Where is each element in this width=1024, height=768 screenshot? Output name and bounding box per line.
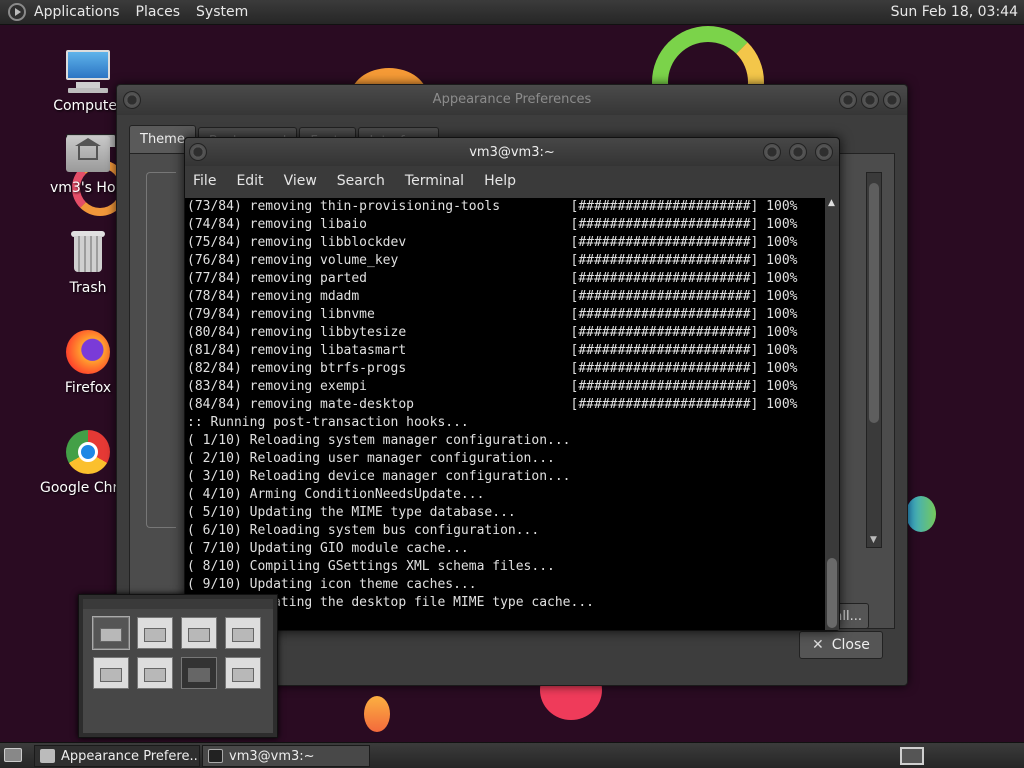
terminal-line: :: Running post-transaction hooks... xyxy=(187,415,469,430)
desktop-icon-label: vm3's Home xyxy=(50,180,120,196)
terminal-line: ( 7/10) Updating GIO module cache... xyxy=(187,541,469,556)
close-button-label: Close xyxy=(831,637,870,653)
show-desktop-icon[interactable] xyxy=(4,748,22,762)
terminal-line: (82/84) removing btrfs-progs [##########… xyxy=(187,361,798,376)
preview-theme-tile xyxy=(225,617,261,649)
home-folder-icon xyxy=(64,128,116,176)
preview-theme-tile xyxy=(181,657,217,689)
preview-theme-tile xyxy=(137,657,173,689)
menu-terminal[interactable]: Terminal xyxy=(405,173,464,189)
distro-logo-icon[interactable] xyxy=(8,3,26,21)
terminal-lines: (73/84) removing thin-provisioning-tools… xyxy=(185,198,827,612)
menu-places[interactable]: Places xyxy=(136,4,181,20)
terminal-minimize-button[interactable] xyxy=(763,143,781,161)
top-panel: Applications Places System Sun Feb 18, 0… xyxy=(0,0,1024,25)
terminal-output[interactable]: (73/84) removing thin-provisioning-tools… xyxy=(185,198,827,630)
close-button[interactable]: ✕ Close xyxy=(799,631,883,659)
terminal-line: ( 8/10) Compiling GSettings XML schema f… xyxy=(187,559,555,574)
terminal-line: (80/84) removing libbytesize [##########… xyxy=(187,325,798,340)
window-preview xyxy=(83,599,273,733)
taskbar-label: vm3@vm3:~ xyxy=(229,749,315,764)
menu-help[interactable]: Help xyxy=(484,173,516,189)
window-title: Appearance Preferences xyxy=(432,92,592,107)
taskbar-label: Appearance Prefere... xyxy=(61,749,200,764)
close-window-button[interactable] xyxy=(883,91,901,109)
scroll-up-arrow-icon[interactable]: ▲ xyxy=(828,198,835,208)
terminal-maximize-button[interactable] xyxy=(789,143,807,161)
wallpaper-blob-blue xyxy=(906,496,936,532)
scrollbar-thumb[interactable] xyxy=(827,558,837,628)
terminal-titlebar[interactable]: vm3@vm3:~ xyxy=(185,138,839,166)
terminal-line: ( 9/10) Updating icon theme caches... xyxy=(187,577,477,592)
preview-theme-grid xyxy=(83,609,273,697)
terminal-window-menu-button[interactable] xyxy=(189,143,207,161)
terminal-line: (83/84) removing exempi [###############… xyxy=(187,379,798,394)
clock[interactable]: Sun Feb 18, 03:44 xyxy=(891,4,1018,20)
taskbar-button-appearance[interactable]: Appearance Prefere... xyxy=(34,745,200,767)
menu-view[interactable]: View xyxy=(284,173,317,189)
menu-search[interactable]: Search xyxy=(337,173,385,189)
bottom-panel: Appearance Prefere... vm3@vm3:~ xyxy=(0,742,1024,768)
menu-applications[interactable]: Applications xyxy=(34,4,120,20)
appearance-app-icon xyxy=(40,749,55,763)
menu-edit[interactable]: Edit xyxy=(236,173,263,189)
terminal-line: ( 3/10) Reloading device manager configu… xyxy=(187,469,571,484)
menu-system[interactable]: System xyxy=(196,4,248,20)
scrollbar-thumb[interactable] xyxy=(869,183,879,423)
terminal-line: (81/84) removing libatasmart [##########… xyxy=(187,343,798,358)
terminal-close-button[interactable] xyxy=(815,143,833,161)
close-icon: ✕ xyxy=(812,637,824,653)
terminal-line: ( 4/10) Arming ConditionNeedsUpdate... xyxy=(187,487,485,502)
trash-icon xyxy=(64,228,112,276)
terminal-line: (76/84) removing volume_key [###########… xyxy=(187,253,798,268)
terminal-menubar: File Edit View Search Terminal Help xyxy=(185,166,839,196)
terminal-line: (73/84) removing thin-provisioning-tools… xyxy=(187,199,798,214)
firefox-icon xyxy=(64,328,112,376)
preview-theme-tile xyxy=(181,617,217,649)
theme-list-frame xyxy=(146,172,176,528)
terminal-line: (74/84) removing libaio [###############… xyxy=(187,217,798,232)
preview-theme-tile xyxy=(225,657,261,689)
preview-theme-tile xyxy=(137,617,173,649)
window-menu-button[interactable] xyxy=(123,91,141,109)
workspace-switcher[interactable] xyxy=(900,747,924,765)
terminal-title: vm3@vm3:~ xyxy=(469,145,555,160)
theme-list-scrollbar[interactable]: ▼ xyxy=(866,172,882,548)
desktop-icon-label: Google Chrome xyxy=(40,480,116,496)
taskbar-button-terminal[interactable]: vm3@vm3:~ xyxy=(202,745,370,767)
terminal-window: vm3@vm3:~ File Edit View Search Terminal… xyxy=(184,137,840,631)
terminal-line: (10/10) Updating the desktop file MIME t… xyxy=(187,595,594,610)
wallpaper-blob-orange xyxy=(364,696,390,732)
terminal-line: (78/84) removing mdadm [################… xyxy=(187,289,798,304)
scroll-down-arrow-icon[interactable]: ▼ xyxy=(870,535,877,545)
minimize-button[interactable] xyxy=(839,91,857,109)
terminal-line: ( 1/10) Reloading system manager configu… xyxy=(187,433,571,448)
window-titlebar[interactable]: Appearance Preferences xyxy=(117,85,907,115)
computer-icon xyxy=(64,46,112,94)
preview-tabs xyxy=(83,599,273,609)
terminal-scrollbar[interactable]: ▲ xyxy=(825,198,839,630)
terminal-line: (75/84) removing libblockdev [##########… xyxy=(187,235,798,250)
terminal-app-icon xyxy=(208,749,223,763)
terminal-line: (79/84) removing libnvme [##############… xyxy=(187,307,798,322)
menu-file[interactable]: File xyxy=(193,173,216,189)
terminal-line: (77/84) removing parted [###############… xyxy=(187,271,798,286)
maximize-button[interactable] xyxy=(861,91,879,109)
chrome-icon xyxy=(64,428,112,476)
window-preview-popup[interactable] xyxy=(78,594,278,738)
preview-theme-tile xyxy=(92,616,130,650)
terminal-line: ( 6/10) Reloading system bus configurati… xyxy=(187,523,540,538)
terminal-line: ( 2/10) Reloading user manager configura… xyxy=(187,451,555,466)
terminal-line: ( 5/10) Updating the MIME type database.… xyxy=(187,505,516,520)
preview-theme-tile xyxy=(93,657,129,689)
terminal-line: (84/84) removing mate-desktop [#########… xyxy=(187,397,798,412)
